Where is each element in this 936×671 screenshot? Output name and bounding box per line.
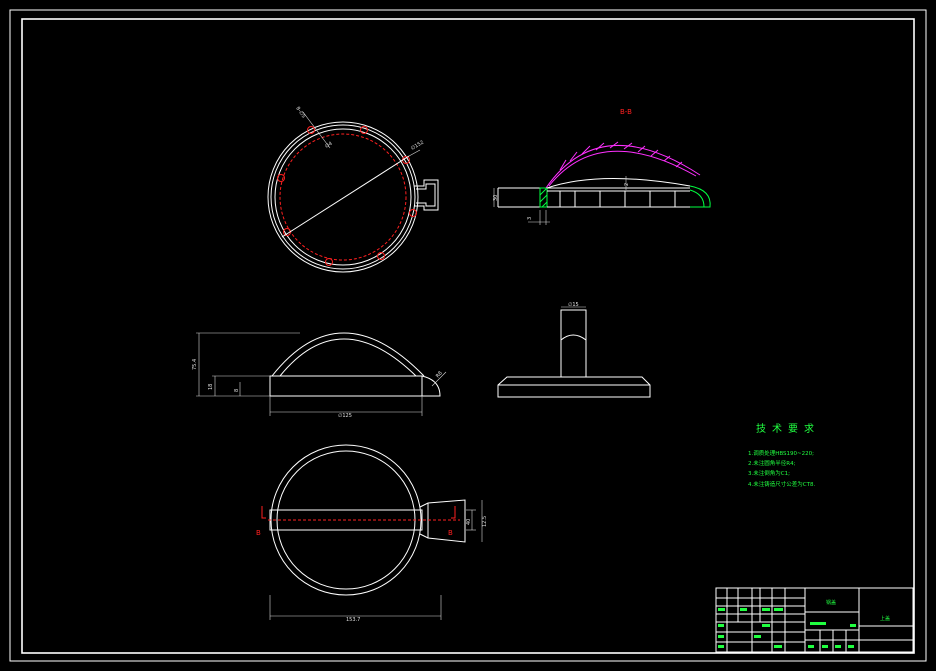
inner-border — [21, 18, 915, 654]
dim-side-flange: 8 — [234, 389, 240, 392]
dim-handle-inner: 40 — [466, 519, 472, 525]
dim-stem-top: ∅15 — [568, 302, 579, 308]
dim-side-height: 75.4 — [192, 359, 198, 370]
dim-side-radius: R8 — [435, 370, 444, 379]
title-part-name: 锅盖 — [826, 599, 836, 606]
dim-diameter-large: ∅152 — [410, 140, 425, 152]
tech-item-4: 4.未注铸造尺寸公差为CT8. — [748, 480, 815, 488]
cut-mark-left: B — [256, 529, 261, 537]
dim-side-width: ∅125 — [338, 413, 352, 419]
bottom-view: B B 153.7 40 12.5 — [256, 444, 488, 623]
dim-handle-outer: 12.5 — [482, 516, 488, 527]
section-label: B-B — [620, 108, 632, 116]
section-view: B-B 30 3 2 — [493, 108, 711, 225]
dim-hole-pattern: 8-∅5 — [294, 106, 306, 120]
tech-item-3: 3.未注倒角为C1; — [748, 469, 790, 477]
stem-view: ∅15 — [497, 302, 651, 398]
title-drawing-name: 上盖 — [880, 615, 890, 622]
tech-title: 技术要求 — [756, 422, 820, 435]
dim-section-small: 2 — [624, 183, 630, 186]
dim-bottom-width: 153.7 — [346, 617, 360, 623]
tech-item-2: 2.未注圆角半径R4; — [748, 459, 796, 467]
dim-section-height: 30 — [493, 195, 499, 201]
tech-item-1: 1.调质处理HBS190~220; — [748, 449, 814, 457]
dim-side-base: 18 — [208, 384, 214, 390]
cut-mark-right: B — [448, 529, 453, 537]
cad-drawing-canvas: 8-∅5 ∅4 ∅152 B-B 30 3 2 ∅125 75.4 18 8 R… — [9, 9, 927, 662]
title-block: 锅盖 上盖 — [715, 587, 914, 653]
tech-requirements: 技术要求 1.调质处理HBS190~220; 2.未注圆角半径R4; 3.未注倒… — [748, 422, 820, 488]
dim-section-inner: 3 — [527, 217, 533, 220]
top-view: 8-∅5 ∅4 ∅152 — [267, 106, 439, 273]
side-view: ∅125 75.4 18 8 R8 — [192, 332, 447, 419]
outer-border — [9, 9, 927, 662]
